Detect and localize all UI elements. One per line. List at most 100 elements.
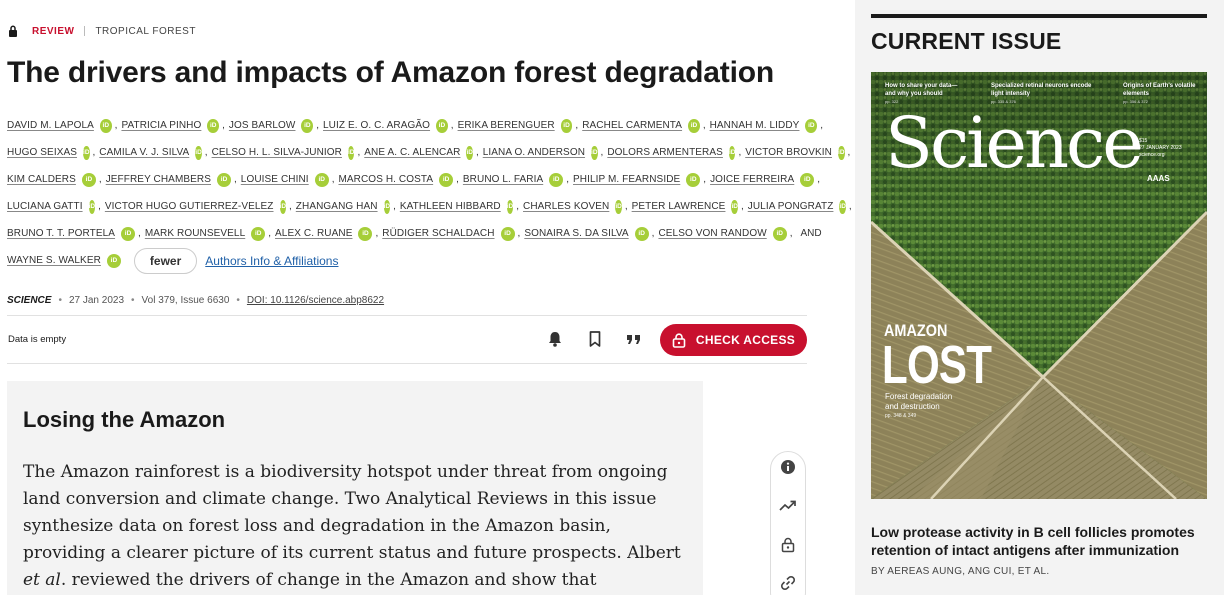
author-link[interactable]: LOUISE CHINI xyxy=(241,174,309,185)
author-link[interactable]: DOLORS ARMENTERAS xyxy=(607,147,723,158)
author-link[interactable]: JOS BARLOW xyxy=(229,120,296,131)
orcid-icon[interactable]: iD xyxy=(615,199,622,214)
lock-icon xyxy=(672,332,686,348)
share-link-button[interactable] xyxy=(778,573,798,593)
orcid-icon[interactable]: iD xyxy=(560,118,573,133)
bookmark-button[interactable] xyxy=(585,329,605,349)
orcid-icon[interactable]: iD xyxy=(688,118,700,133)
author-link[interactable]: JEFFREY CHAMBERS xyxy=(106,174,211,185)
author-link[interactable]: ERIKA BERENGUER xyxy=(458,120,555,131)
orcid-icon[interactable]: iD xyxy=(207,118,220,133)
cover-subhead: Forest degradation and destruction xyxy=(885,392,952,412)
author-link[interactable]: DAVID M. LAPOLA xyxy=(7,120,94,131)
orcid-icon[interactable]: iD xyxy=(251,226,266,241)
cover-pages: pp. 348 & 349 xyxy=(885,413,917,419)
orcid-icon[interactable]: iD xyxy=(466,145,473,160)
author-link[interactable]: RÜDIGER SCHALDACH xyxy=(382,228,494,239)
author-link[interactable]: PATRICIA PINHO xyxy=(121,120,201,131)
orcid-icon[interactable]: iD xyxy=(81,172,96,187)
authors-affiliations-link[interactable]: Authors Info & Affiliations xyxy=(205,254,338,268)
breadcrumb-section-link[interactable]: REVIEW xyxy=(32,26,74,37)
author-link[interactable]: JULIA PONGRATZ xyxy=(748,201,834,212)
orcid-icon[interactable]: iD xyxy=(728,145,736,160)
author-list: DAVID M. LAPOLA iD, PATRICIA PINHO iD, JOS B… xyxy=(7,112,852,274)
author-link[interactable]: BRUNO T. T. PORTELA xyxy=(7,228,115,239)
metrics-button[interactable] xyxy=(778,496,798,516)
orcid-icon[interactable]: iD xyxy=(805,118,818,133)
author-link[interactable]: VICTOR HUGO GUTIERREZ-VELEZ xyxy=(105,201,274,212)
permissions-button[interactable] xyxy=(778,535,798,555)
orcid-icon[interactable]: iD xyxy=(347,145,355,160)
author-link[interactable]: ALEX C. RUANE xyxy=(275,228,352,239)
orcid-icon[interactable]: iD xyxy=(106,253,121,268)
orcid-icon[interactable]: iD xyxy=(838,145,845,160)
author-link[interactable]: CELSO H. L. SILVA-JUNIOR xyxy=(212,147,342,158)
author-link[interactable]: SONAIRA S. DA SILVA xyxy=(524,228,628,239)
author-link[interactable]: HUGO SEIXAS xyxy=(7,147,77,158)
orcid-icon[interactable]: iD xyxy=(591,145,598,160)
author-link[interactable]: PETER LAWRENCE xyxy=(632,201,726,212)
author-link[interactable]: JOICE FERREIRA xyxy=(710,174,794,185)
author-link[interactable]: LUIZ E. O. C. ARAGÃO xyxy=(323,120,430,131)
orcid-icon[interactable]: iD xyxy=(88,199,96,214)
author-link[interactable]: ANE A. C. ALENCAR xyxy=(364,147,460,158)
author-link[interactable]: KATHLEEN HIBBARD xyxy=(400,201,501,212)
divider xyxy=(7,363,807,364)
orcid-icon[interactable]: iD xyxy=(549,172,564,187)
author-link[interactable]: LUCIANA GATTI xyxy=(7,201,83,212)
fewer-authors-button[interactable]: fewer xyxy=(133,247,198,274)
author-link[interactable]: VICTOR BROVKIN xyxy=(745,147,832,158)
author-separator: , xyxy=(234,174,237,185)
check-access-button[interactable]: CHECK ACCESS xyxy=(660,324,807,356)
author-link[interactable]: LIANA O. ANDERSON xyxy=(483,147,585,158)
orcid-icon[interactable]: iD xyxy=(839,199,846,214)
author-link[interactable]: MARK ROUNSEVELL xyxy=(145,228,245,239)
cite-button[interactable] xyxy=(624,329,644,349)
author-link[interactable]: CAMILA V. J. SILVA xyxy=(99,147,189,158)
orcid-icon[interactable]: iD xyxy=(686,172,701,187)
cover-site: science.org xyxy=(1139,152,1165,158)
orcid-icon[interactable]: iD xyxy=(195,145,202,160)
author-link[interactable]: BRUNO L. FARIA xyxy=(463,174,543,185)
author-link[interactable]: RACHEL CARMENTA xyxy=(582,120,682,131)
info-button[interactable] xyxy=(778,457,798,477)
author-row: DAVID M. LAPOLA iD, PATRICIA PINHO iD, JOS B… xyxy=(7,112,827,139)
issue-cover-image[interactable]: How to share your data— and why you shou… xyxy=(871,72,1207,499)
author-link[interactable]: KIM CALDERS xyxy=(7,174,76,185)
author-link[interactable]: CHARLES KOVEN xyxy=(523,201,609,212)
author-link[interactable]: PHILIP M. FEARNSIDE xyxy=(573,174,680,185)
cover-teaser-title: Origins of Earth's volatile xyxy=(1123,83,1196,89)
orcid-icon[interactable]: iD xyxy=(358,226,373,241)
author-link[interactable]: CELSO VON RANDOW xyxy=(658,228,766,239)
breadcrumb-topic-link[interactable]: TROPICAL FOREST xyxy=(95,26,195,37)
author-and: AND xyxy=(800,228,822,239)
orcid-icon[interactable]: iD xyxy=(83,145,90,160)
orcid-icon[interactable]: iD xyxy=(301,118,314,133)
sidebar-article-link[interactable]: Low protease activity in B cell follicle… xyxy=(871,523,1216,559)
orcid-icon[interactable]: iD xyxy=(314,172,329,187)
orcid-icon[interactable]: iD xyxy=(121,226,136,241)
author-link[interactable]: ZHANGANG HAN xyxy=(296,201,378,212)
author-link[interactable]: WAYNE S. WALKER xyxy=(7,255,101,266)
breadcrumb: REVIEW TROPICAL FOREST xyxy=(8,24,196,38)
orcid-icon[interactable]: iD xyxy=(506,199,514,214)
orcid-icon[interactable]: iD xyxy=(772,226,787,241)
orcid-icon[interactable]: iD xyxy=(800,172,815,187)
doi-link[interactable]: DOI: 10.1126/science.abp8622 xyxy=(247,295,384,306)
orcid-icon[interactable]: iD xyxy=(383,199,391,214)
orcid-icon[interactable]: iD xyxy=(731,199,738,214)
orcid-icon[interactable]: iD xyxy=(217,172,232,187)
divider xyxy=(7,315,807,316)
quote-icon xyxy=(627,335,640,344)
data-status-text: Data is empty xyxy=(8,334,67,345)
orcid-icon[interactable]: iD xyxy=(634,226,649,241)
orcid-icon[interactable]: iD xyxy=(439,172,454,187)
orcid-icon[interactable]: iD xyxy=(99,118,112,133)
author-link[interactable]: HANNAH M. LIDDY xyxy=(710,120,800,131)
alert-button[interactable] xyxy=(545,329,565,349)
author-link[interactable]: MARCOS H. COSTA xyxy=(338,174,433,185)
orcid-icon[interactable]: iD xyxy=(500,226,515,241)
orcid-icon[interactable]: iD xyxy=(436,118,448,133)
abstract-italic: et al xyxy=(23,570,61,590)
orcid-icon[interactable]: iD xyxy=(279,199,287,214)
